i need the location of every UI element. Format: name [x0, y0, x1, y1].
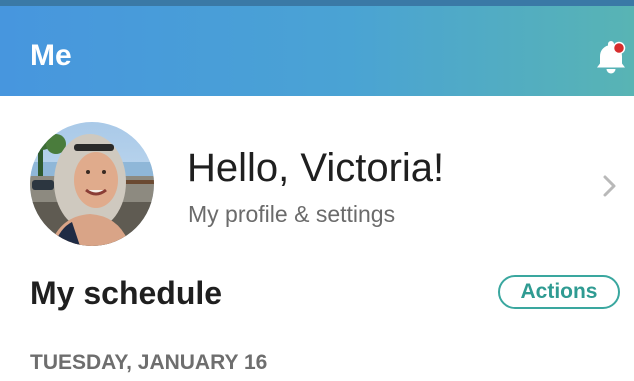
profile-settings-link: My profile & settings — [188, 201, 396, 227]
notifications-button[interactable] — [594, 40, 628, 76]
schedule-heading: My schedule — [30, 275, 223, 311]
notification-dot — [612, 41, 626, 55]
avatar — [30, 122, 154, 246]
app-header: Me — [0, 6, 634, 96]
chevron-right-icon — [600, 172, 620, 200]
app-screen: Me Hello, Victoria! My profile & setting… — [0, 0, 634, 381]
page-title: Me — [30, 39, 72, 72]
profile-row[interactable]: Hello, Victoria! My profile & settings — [0, 96, 634, 276]
greeting-text: Hello, Victoria! — [187, 146, 445, 190]
actions-button[interactable]: Actions — [498, 275, 620, 309]
date-heading: TUESDAY, JANUARY 16 — [30, 351, 268, 374]
bell-icon — [597, 41, 626, 74]
